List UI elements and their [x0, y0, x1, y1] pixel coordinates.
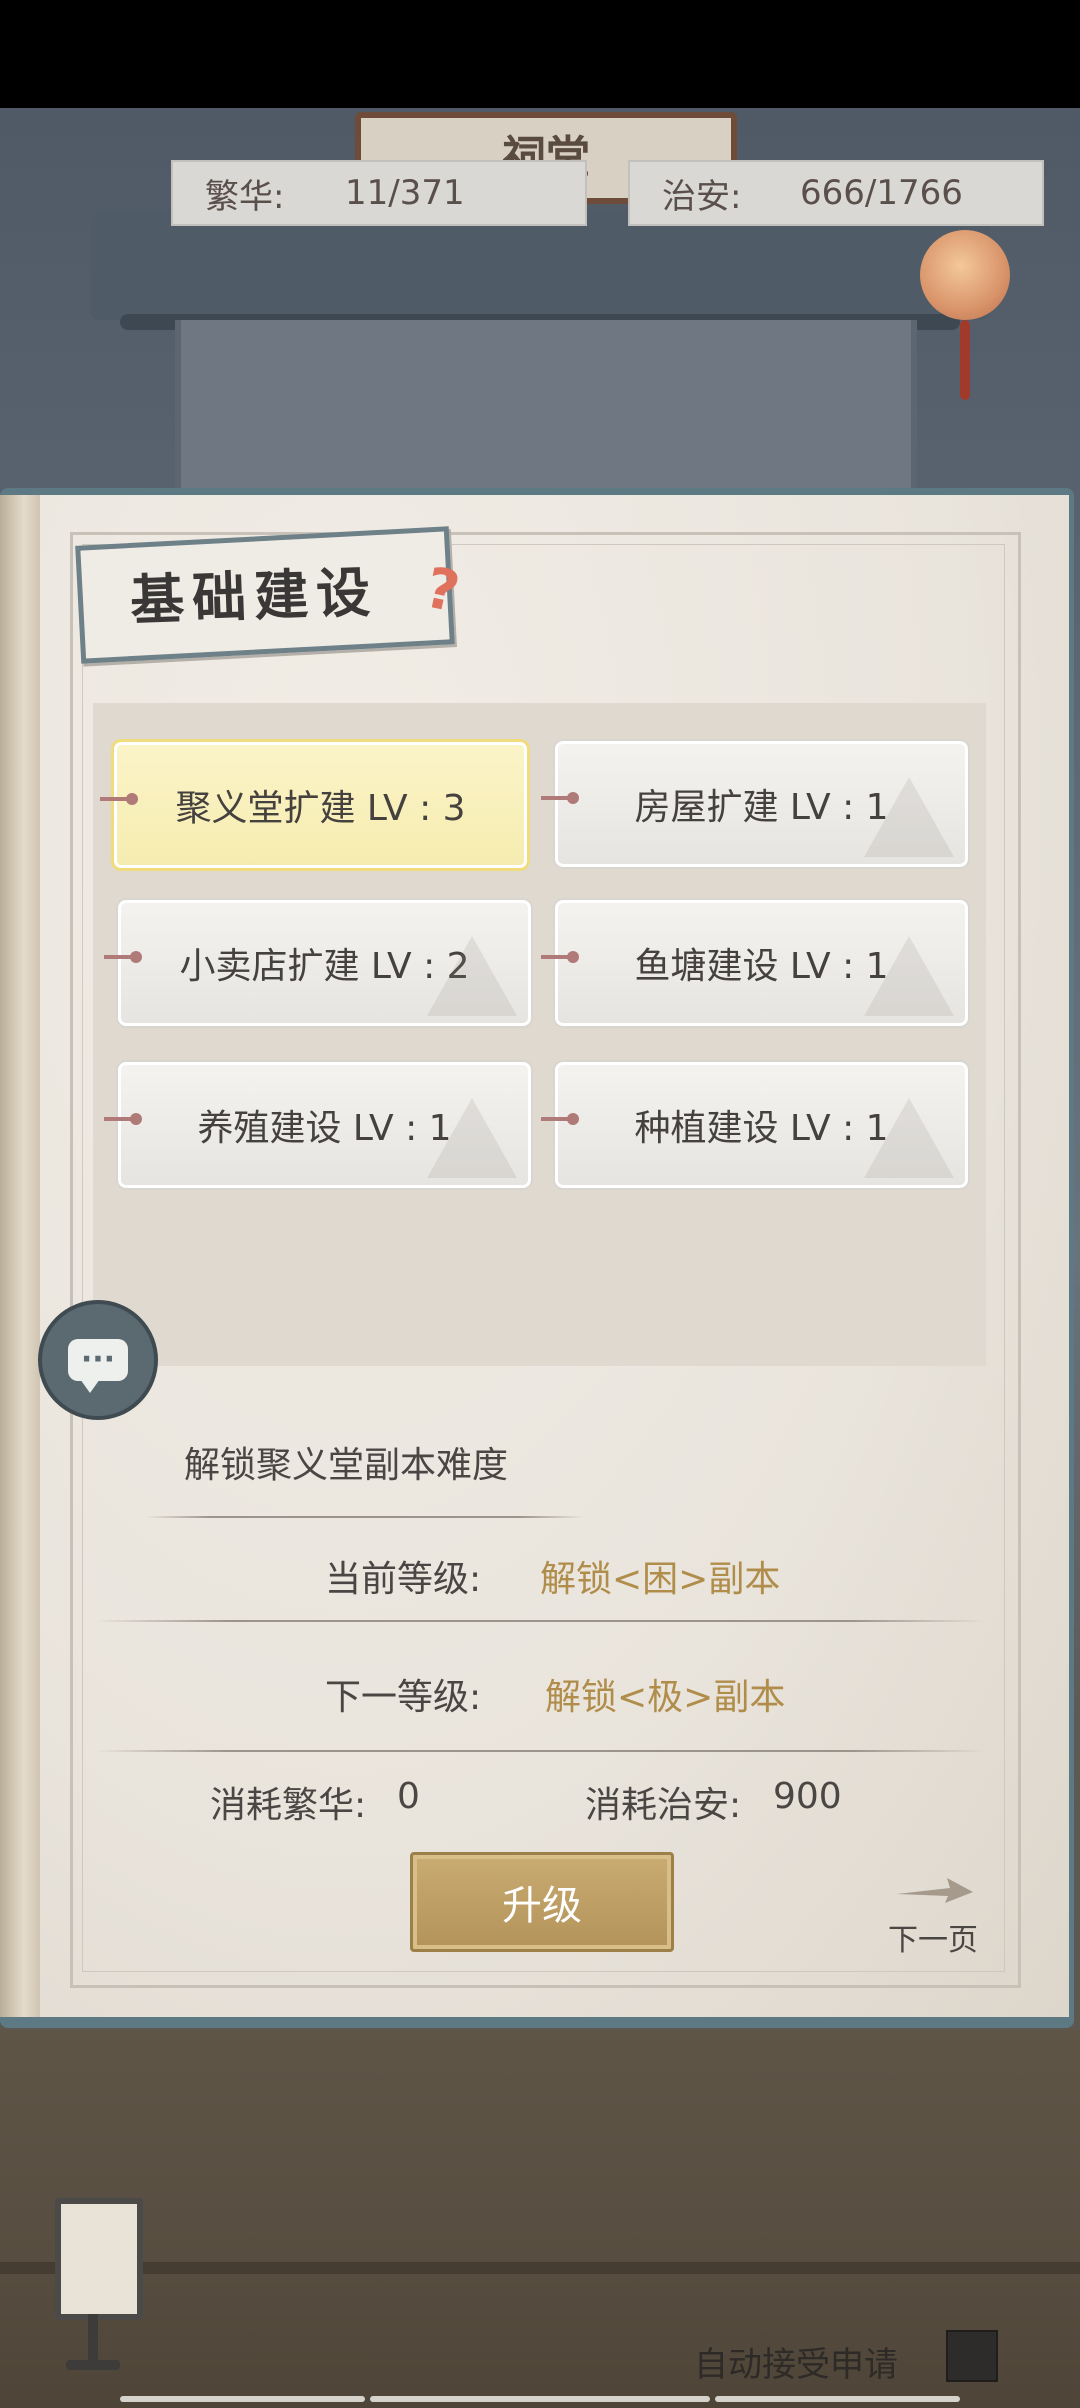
cost-order-value: 900	[773, 1776, 842, 1817]
scroll-sheet	[175, 320, 917, 490]
prosperity-label: 繁华:	[205, 176, 285, 217]
prosperity-value: 11/371	[345, 173, 465, 213]
nav-bar-segment	[370, 2396, 710, 2402]
next-level-value: 解锁<极>副本	[545, 1677, 786, 1718]
book-spine	[0, 495, 40, 2017]
cost-order-label: 消耗治安:	[585, 1785, 742, 1826]
pin-icon	[541, 792, 579, 804]
building-planting-button[interactable]: 种植建设 LV : 1	[541, 1060, 970, 1190]
building-label: 养殖建设 LV : 1	[197, 1108, 452, 1149]
pin-icon	[104, 1113, 142, 1125]
floor-band	[0, 2262, 1080, 2274]
lower-floor	[0, 2030, 1080, 2408]
detail-description: 解锁聚义堂副本难度	[184, 1445, 509, 1486]
divider	[95, 1750, 985, 1752]
lantern-icon	[920, 230, 1010, 320]
current-level-label: 当前等级:	[325, 1559, 482, 1600]
upgrade-button[interactable]: 升级	[410, 1852, 674, 1952]
cost-prosperity-label: 消耗繁华:	[210, 1785, 367, 1826]
mountain-icon	[427, 1098, 517, 1178]
auto-accept-label: 自动接受申请	[694, 2345, 898, 2385]
mountain-icon	[427, 936, 517, 1016]
nav-bar-segment	[715, 2396, 960, 2402]
arrow-right-icon[interactable]	[895, 1876, 975, 1904]
building-shop-button[interactable]: 小卖店扩建 LV : 2	[104, 898, 533, 1028]
building-label: 房屋扩建 LV : 1	[634, 787, 889, 828]
chat-bubble-icon: ···	[68, 1339, 128, 1393]
prosperity-stat: 繁华: 11/371	[171, 160, 587, 226]
chat-button[interactable]: ···	[38, 1300, 158, 1420]
lantern-tassel	[960, 320, 970, 400]
order-stat: 治安: 666/1766	[628, 160, 1044, 226]
building-fishpond-button[interactable]: 鱼塘建设 LV : 1	[541, 898, 970, 1028]
nav-bar-segment	[120, 2396, 365, 2402]
building-label: 聚义堂扩建 LV : 3	[175, 788, 466, 829]
auto-accept-checkbox[interactable]	[946, 2330, 998, 2382]
next-page-button[interactable]: 下一页	[888, 1915, 978, 1959]
building-house-button[interactable]: 房屋扩建 LV : 1	[541, 739, 970, 869]
current-level-value: 解锁<困>副本	[540, 1559, 781, 1600]
pin-icon	[104, 951, 142, 963]
pin-icon	[541, 951, 579, 963]
pin-icon	[100, 793, 138, 805]
pin-icon	[541, 1113, 579, 1125]
divider	[95, 1620, 985, 1622]
mountain-icon	[864, 1098, 954, 1178]
building-livestock-button[interactable]: 养殖建设 LV : 1	[104, 1060, 533, 1190]
building-label: 鱼塘建设 LV : 1	[634, 946, 889, 987]
mountain-icon	[864, 936, 954, 1016]
lantern-base	[66, 2360, 120, 2370]
building-juyitang-button[interactable]: 聚义堂扩建 LV : 3	[100, 739, 530, 871]
lantern-stand	[88, 2314, 98, 2364]
cost-prosperity-value: 0	[397, 1776, 420, 1817]
next-level-label: 下一等级:	[325, 1677, 482, 1718]
order-value: 666/1766	[800, 173, 963, 213]
panel-title: 基础建设	[129, 559, 380, 633]
scroll-roller	[90, 210, 990, 330]
building-label: 种植建设 LV : 1	[634, 1108, 889, 1149]
lantern-icon[interactable]	[55, 2198, 143, 2320]
order-label: 治安:	[662, 176, 742, 217]
mountain-icon	[864, 777, 954, 857]
divider	[145, 1516, 585, 1518]
